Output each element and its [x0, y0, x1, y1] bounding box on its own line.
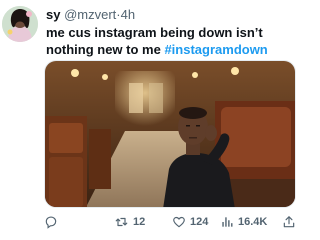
avatar-image	[2, 6, 38, 42]
diner-photo	[45, 61, 295, 207]
views-chart-icon	[222, 217, 233, 227]
views-button[interactable]: 16.4K	[220, 212, 267, 232]
tweet-card[interactable]: sy @mzvert·4h me cus instagram being dow…	[0, 0, 300, 240]
timestamp[interactable]: 4h	[121, 7, 135, 22]
retweet-icon	[115, 217, 128, 227]
retweet-count: 12	[133, 216, 146, 228]
tweet-media-image[interactable]	[44, 60, 296, 208]
display-name[interactable]: sy	[46, 7, 60, 22]
tweet-actions: 12 124 16.4K	[44, 212, 296, 232]
user-handle[interactable]: @mzvert	[64, 7, 116, 22]
views-count: 16.4K	[238, 216, 268, 228]
like-button[interactable]: 124	[172, 212, 208, 232]
like-count: 124	[190, 216, 209, 228]
retweet-button[interactable]: 12	[114, 212, 145, 232]
share-button[interactable]	[282, 212, 296, 232]
share-icon	[283, 216, 295, 228]
avatar[interactable]	[2, 6, 38, 42]
hashtag-link[interactable]: #instagramdown	[164, 42, 267, 57]
reply-icon	[45, 216, 57, 229]
tweet-header: sy @mzvert·4h	[46, 7, 135, 23]
reply-button[interactable]	[44, 212, 62, 232]
heart-icon	[173, 216, 185, 228]
tweet-text: me cus instagram being down isn’t nothin…	[46, 24, 296, 58]
